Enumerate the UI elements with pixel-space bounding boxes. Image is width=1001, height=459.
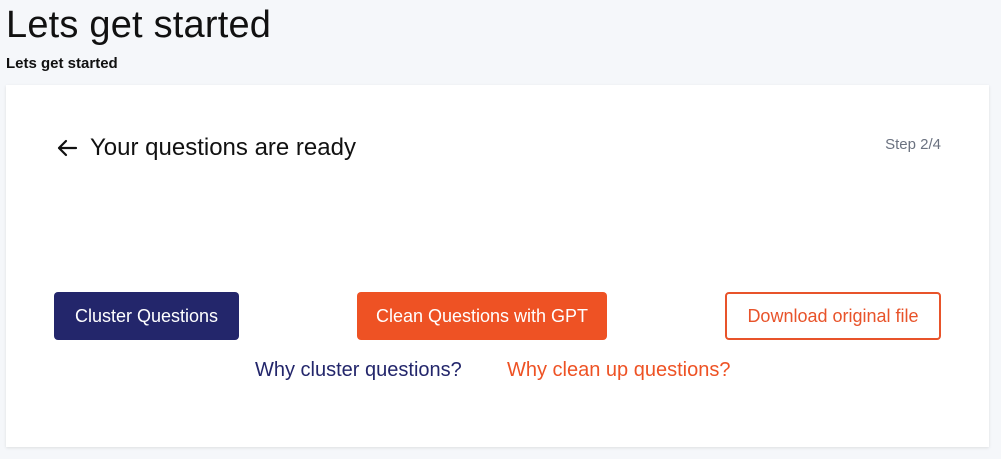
step-indicator: Step 2/4 bbox=[885, 136, 941, 153]
why-clean-link[interactable]: Why clean up questions? bbox=[507, 357, 730, 383]
clean-questions-gpt-button[interactable]: Clean Questions with GPT bbox=[357, 292, 607, 340]
download-original-file-button[interactable]: Download original file bbox=[725, 292, 941, 340]
page: Lets get started Lets get started Your q… bbox=[0, 0, 1001, 459]
page-subtitle: Lets get started bbox=[6, 55, 118, 72]
questions-card: Your questions are ready Step 2/4 Cluste… bbox=[6, 85, 989, 447]
page-title: Lets get started bbox=[6, 4, 272, 46]
cluster-questions-button[interactable]: Cluster Questions bbox=[54, 292, 239, 340]
card-title: Your questions are ready bbox=[90, 134, 356, 161]
why-cluster-link[interactable]: Why cluster questions? bbox=[255, 357, 462, 383]
arrow-left-icon[interactable] bbox=[54, 135, 80, 161]
card-header: Your questions are ready bbox=[54, 133, 356, 163]
